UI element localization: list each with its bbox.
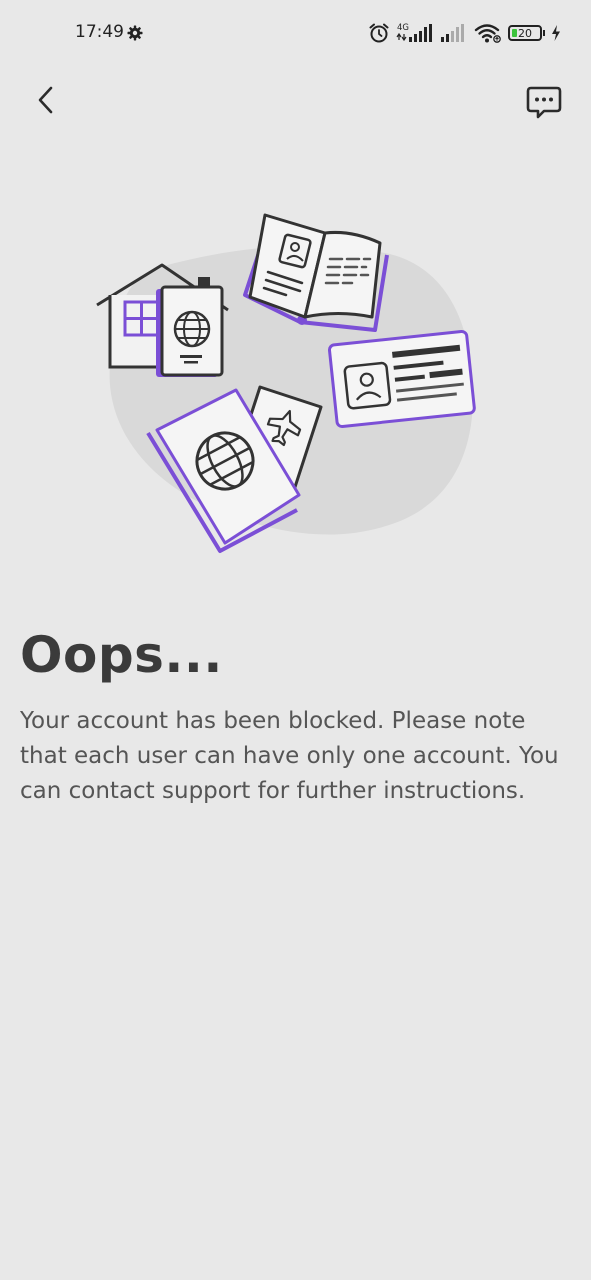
chevron-left-icon <box>38 86 53 114</box>
charging-icon <box>552 25 560 41</box>
support-chat-button[interactable] <box>520 80 568 124</box>
page-title: Oops... <box>20 626 223 684</box>
status-bar: 17:49 4G 20 <box>0 0 591 68</box>
status-icons: 4G 20 <box>368 20 561 46</box>
passport-small-icon <box>156 285 224 377</box>
network-type-label: 4G <box>397 23 409 33</box>
id-card-icon <box>327 330 476 428</box>
travel-documents-illustration <box>96 213 476 553</box>
status-time: 17:49 <box>75 22 124 42</box>
alarm-icon <box>369 23 389 43</box>
gear-icon <box>127 25 143 41</box>
chat-bubble-icon <box>526 86 562 119</box>
wifi-icon <box>474 24 501 43</box>
battery-level-text: 20 <box>518 26 532 40</box>
battery-level-fill <box>512 29 517 37</box>
battery-icon: 20 <box>508 25 542 41</box>
blocked-account-message: Your account has been blocked. Please no… <box>20 708 559 804</box>
battery-cap <box>543 30 545 36</box>
back-button[interactable] <box>24 78 68 122</box>
cellular-signal-2-icon <box>441 24 464 42</box>
cellular-signal-icon: 4G <box>396 23 432 42</box>
